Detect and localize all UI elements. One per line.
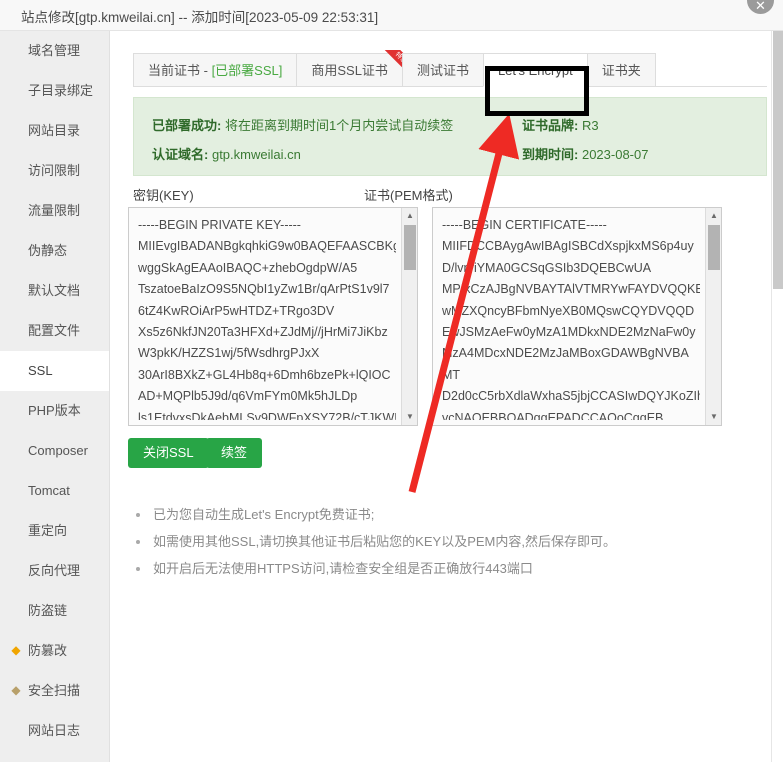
- sidebar-item-label: 网站日志: [28, 723, 81, 738]
- page-scrollbar-thumb[interactable]: [773, 31, 783, 289]
- notes-list: 已为您自动生成Let's Encrypt免费证书; 如需使用其他SSL,请切换其他…: [133, 501, 733, 582]
- tab-bar: 当前证书 - [已部署SSL] 商用SSL证书 特惠 测试证书 Let's Encryp…: [133, 50, 767, 116]
- cert-expire-row: 到期时间: 2023-08-07: [522, 144, 648, 163]
- deploy-status-row: 已部署成功: 将在距离到期时间1个月内尝试自动续签: [152, 115, 453, 134]
- scrollbar-thumb[interactable]: [404, 225, 416, 270]
- sidebar-item[interactable]: PHP版本: [0, 391, 109, 431]
- sidebar-item[interactable]: 流量限制: [0, 191, 109, 231]
- note-item: 如开启后无法使用HTTPS访问,请检查安全组是否正确放行443端口: [133, 555, 733, 582]
- note-item: 如需使用其他SSL,请切换其他证书后粘贴您的KEY以及PEM内容,然后保存即可。: [133, 528, 733, 555]
- cert-brand-row: 证书品牌: R3: [522, 115, 599, 134]
- tab-sublabel: [已部署SSL]: [211, 63, 283, 78]
- sidebar-item[interactable]: 默认文档: [0, 271, 109, 311]
- dialog-title: 站点修改[gtp.kmweilai.cn] -- 添加时间[2023-05-09…: [21, 10, 379, 25]
- sidebar-item[interactable]: 访问限制: [0, 151, 109, 191]
- tab-item[interactable]: 商用SSL证书 特惠: [296, 50, 412, 87]
- sidebar-item-label: 安全扫描: [28, 683, 81, 698]
- tab-item[interactable]: 证书夹: [586, 53, 656, 87]
- site-edit-dialog: 站点修改[gtp.kmweilai.cn] -- 添加时间[2023-05-09…: [0, 0, 783, 762]
- key-textarea-scrollbar[interactable]: ▲ ▼: [401, 208, 417, 425]
- sidebar-item-label: 重定向: [28, 523, 68, 538]
- tab-item[interactable]: 当前证书 - [已部署SSL]: [133, 53, 297, 87]
- tab-item[interactable]: Let's Encrypt: [482, 53, 587, 87]
- sidebar-item[interactable]: 防盗链: [0, 591, 109, 631]
- scroll-down-icon[interactable]: ▼: [706, 410, 721, 424]
- pem-textarea-content[interactable]: -----BEGIN CERTIFICATE----- MIIFDCCBAygA…: [442, 215, 700, 420]
- sidebar-item[interactable]: 域名管理: [0, 31, 109, 71]
- content-area: 当前证书 - [已部署SSL] 商用SSL证书 特惠 测试证书 Let's Encryp…: [111, 31, 771, 762]
- tab-label: 测试证书: [416, 63, 469, 78]
- sidebar-item-label: 访问限制: [28, 163, 81, 178]
- sidebar-item-label: 网站目录: [28, 123, 81, 138]
- renew-button[interactable]: 续签: [206, 438, 263, 468]
- sidebar: 域名管理子目录绑定网站目录访问限制流量限制伪静态默认文档配置文件 SSL PHP版本…: [0, 31, 110, 762]
- sidebar-item[interactable]: ◆ 防篡改: [0, 631, 109, 671]
- tab-item[interactable]: 测试证书: [401, 53, 483, 87]
- sidebar-item[interactable]: 重定向: [0, 511, 109, 551]
- pem-textarea-scrollbar[interactable]: ▲ ▼: [705, 208, 721, 425]
- sidebar-item-label: 子目录绑定: [28, 83, 94, 98]
- cert-domain-label: 认证域名:: [152, 147, 209, 162]
- sidebar-item-label: PHP版本: [28, 403, 81, 418]
- tab-label: 商用SSL证书: [311, 63, 388, 78]
- sidebar-item[interactable]: 子目录绑定: [0, 71, 109, 111]
- tab-label: 当前证书 -: [148, 63, 212, 78]
- tab-label: 证书夹: [601, 63, 641, 78]
- sidebar-item-label: 防篡改: [28, 643, 68, 658]
- sidebar-item-label: Composer: [28, 443, 88, 458]
- key-textarea[interactable]: -----BEGIN PRIVATE KEY----- MIIEvgIBADAN…: [128, 207, 418, 426]
- sidebar-item-label: 伪静态: [28, 243, 68, 258]
- scroll-down-icon[interactable]: ▼: [402, 410, 417, 424]
- sidebar-item[interactable]: SSL: [0, 351, 109, 391]
- key-textarea-content[interactable]: -----BEGIN PRIVATE KEY----- MIIEvgIBADAN…: [138, 215, 396, 420]
- scrollbar-thumb[interactable]: [708, 225, 720, 270]
- cert-expire-value: 2023-08-07: [581, 147, 649, 162]
- scroll-up-icon[interactable]: ▲: [706, 209, 721, 223]
- sidebar-item[interactable]: 配置文件: [0, 311, 109, 351]
- sidebar-item-label: 默认文档: [28, 283, 81, 298]
- dialog-titlebar: 站点修改[gtp.kmweilai.cn] -- 添加时间[2023-05-09…: [0, 0, 783, 31]
- cert-expire-label: 到期时间:: [522, 147, 579, 162]
- cert-domain-value: gtp.kmweilai.cn: [211, 147, 301, 162]
- scroll-up-icon[interactable]: ▲: [402, 209, 417, 223]
- close-icon[interactable]: ✕: [747, 0, 774, 14]
- gem-icon: ◆: [11, 683, 21, 697]
- cert-domain-row: 认证域名: gtp.kmweilai.cn: [152, 144, 301, 163]
- sidebar-item[interactable]: 伪静态: [0, 231, 109, 271]
- pem-textarea[interactable]: -----BEGIN CERTIFICATE----- MIIFDCCBAygA…: [432, 207, 722, 426]
- sidebar-item-label: SSL: [28, 363, 53, 378]
- deploy-status-value: 将在距离到期时间1个月内尝试自动续签: [224, 118, 454, 133]
- deploy-status-label: 已部署成功:: [152, 118, 222, 133]
- cert-brand-value: R3: [581, 118, 599, 133]
- close-ssl-button[interactable]: 关闭SSL: [128, 438, 209, 468]
- page-scrollbar[interactable]: [771, 31, 783, 762]
- sidebar-item-label: 配置文件: [28, 323, 81, 338]
- pem-editor-label: 证书(PEM格式): [364, 188, 453, 203]
- sidebar-item[interactable]: 网站日志: [0, 711, 109, 751]
- sidebar-item[interactable]: ◆ 安全扫描: [0, 671, 109, 711]
- sidebar-item[interactable]: Tomcat: [0, 471, 109, 511]
- ssl-status-panel: 已部署成功: 将在距离到期时间1个月内尝试自动续签 认证域名: gtp.kmwe…: [133, 97, 767, 176]
- sidebar-item[interactable]: Composer: [0, 431, 109, 471]
- tab-label: Let's Encrypt: [497, 63, 573, 78]
- cert-brand-label: 证书品牌:: [522, 118, 579, 133]
- sidebar-item-label: Tomcat: [28, 483, 70, 498]
- sidebar-item[interactable]: 反向代理: [0, 551, 109, 591]
- key-editor-label: 密钥(KEY): [133, 188, 194, 203]
- sidebar-item-label: 反向代理: [28, 563, 81, 578]
- sidebar-item-label: 防盗链: [28, 603, 68, 618]
- gem-icon: ◆: [11, 643, 21, 657]
- sidebar-item[interactable]: 网站目录: [0, 111, 109, 151]
- sidebar-item-label: 流量限制: [28, 203, 81, 218]
- sidebar-item-label: 域名管理: [28, 43, 81, 58]
- note-item: 已为您自动生成Let's Encrypt免费证书;: [133, 501, 733, 528]
